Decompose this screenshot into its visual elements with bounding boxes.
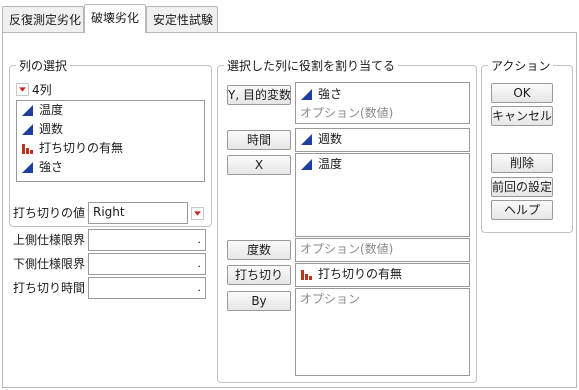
x-role-item-label: 温度 [318,157,343,171]
upper-spec-field[interactable]: . [88,229,206,251]
remove-button[interactable]: 削除 [491,153,553,173]
censor-role-item[interactable]: 打ち切りの有無 [296,265,469,284]
ok-button[interactable]: OK [491,83,553,103]
by-role-placeholder: オプション [300,292,361,306]
lower-spec-label: 下側仕様限界 [13,257,86,271]
dialog-panel: 列の選択 4列 温度 週数 打ち切りの有無 強さ 打ち切りの値 Right 上側… [2,32,577,388]
upper-spec-value: . [197,233,202,246]
time-role-item-label: 週数 [318,132,343,146]
censor-time-field[interactable]: . [88,277,206,299]
column-item-temperature[interactable]: 温度 [17,101,204,120]
censor-value-field[interactable]: Right [88,202,188,224]
column-item-strength[interactable]: 強さ [17,158,204,177]
column-item-label: 強さ [39,160,64,174]
by-role-list[interactable]: オプション [295,288,470,376]
column-item-label: 温度 [39,103,64,117]
column-count-row[interactable]: 4列 [16,81,52,98]
column-list[interactable]: 温度 週数 打ち切りの有無 強さ [16,100,205,182]
column-select-title: 列の選択 [16,57,71,74]
freq-role-list[interactable]: オプション(数値) [295,238,470,262]
recall-button[interactable]: 前回の設定 [491,177,553,197]
column-item-label: 打ち切りの有無 [39,141,124,155]
freq-role-button[interactable]: 度数 [227,240,291,260]
tab-stability[interactable]: 安定性試験 [146,6,218,32]
lower-spec-field[interactable]: . [88,253,206,275]
censor-value-label: 打ち切りの値 [13,206,86,220]
censor-value-text: Right [93,205,125,219]
continuous-icon [21,161,34,174]
y-role-item-label: 強さ [318,87,343,101]
help-button[interactable]: ヘルプ [491,200,553,220]
lower-spec-value: . [197,257,202,270]
x-role-button[interactable]: X [227,155,291,175]
tab-destructive[interactable]: 破壊劣化 [84,4,146,33]
freq-role-placeholder: オプション(数値) [300,242,394,256]
continuous-icon [300,133,313,146]
censor-role-list[interactable]: 打ち切りの有無 [295,263,470,287]
time-role-list[interactable]: 週数 [295,128,470,152]
actions-title: アクション [488,57,554,74]
dropdown-arrow-icon[interactable] [16,83,29,96]
censor-time-value: . [197,281,202,294]
nominal-bar-icon [21,142,34,155]
censor-value-dropdown-icon[interactable] [191,207,204,220]
tab-bar: 反復測定劣化 破壊劣化 安定性試験 [0,0,579,33]
continuous-icon [300,158,313,171]
y-role-button[interactable]: Y, 目的変数 [227,85,291,105]
column-item-label: 週数 [39,122,64,136]
time-role-item-weeks[interactable]: 週数 [296,130,469,149]
upper-spec-label: 上側仕様限界 [13,233,86,247]
y-role-item-strength[interactable]: 強さ [296,85,469,104]
censor-role-item-label: 打ち切りの有無 [318,267,403,281]
time-role-button[interactable]: 時間 [227,130,291,150]
by-role-button[interactable]: By [227,291,291,311]
column-item-weeks[interactable]: 週数 [17,120,204,139]
x-role-list[interactable]: 温度 [295,153,470,237]
tab-repeated-measures[interactable]: 反復測定劣化 [2,6,84,32]
censor-time-label: 打ち切り時間 [13,281,86,295]
cancel-button[interactable]: キャンセル [491,106,553,126]
assign-roles-title: 選択した列に役割を割り当てる [224,57,399,74]
continuous-icon [21,123,34,136]
continuous-icon [300,88,313,101]
y-role-placeholder: オプション(数値) [300,106,394,120]
censor-role-button[interactable]: 打ち切り [227,265,291,285]
y-role-list[interactable]: 強さ オプション(数値) [295,82,470,124]
continuous-icon [21,104,34,117]
column-item-censor[interactable]: 打ち切りの有無 [17,139,204,158]
nominal-bar-icon [300,268,313,281]
column-count-label: 4列 [32,83,52,97]
x-role-item-temperature[interactable]: 温度 [296,155,469,174]
